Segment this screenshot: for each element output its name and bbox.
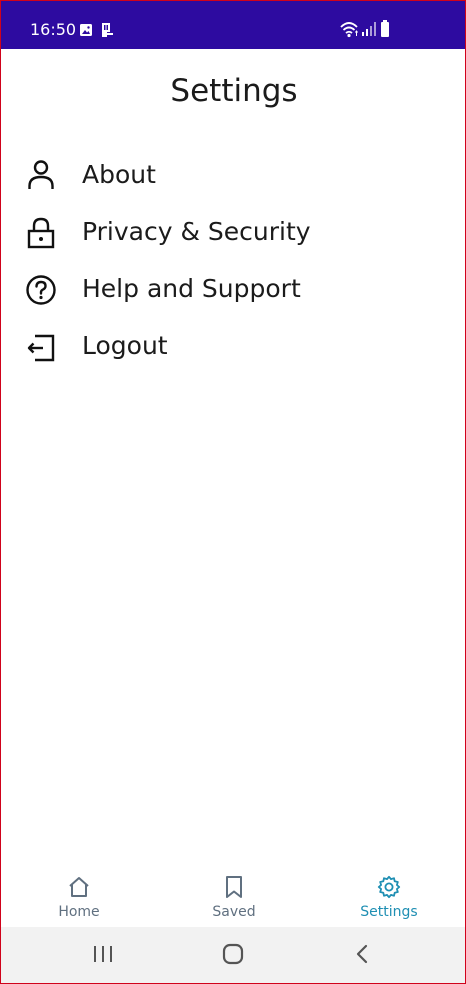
wifi-icon	[339, 20, 359, 43]
recent-apps-icon[interactable]	[92, 941, 114, 972]
nav-saved-label: Saved	[212, 904, 256, 920]
menu-item-help-support[interactable]: Help and Support	[1, 261, 465, 318]
nav-home-label: Home	[58, 904, 100, 920]
gear-icon	[377, 875, 401, 899]
home-icon	[69, 877, 89, 897]
status-time: 16:50	[30, 20, 77, 39]
bottom-navigation: Home Saved Settings	[1, 863, 465, 927]
menu-item-label: About	[82, 160, 156, 189]
menu-item-privacy-security[interactable]: Privacy & Security	[1, 204, 465, 261]
help-circle-icon	[23, 273, 59, 309]
signal-icon	[361, 21, 377, 42]
menu-item-logout[interactable]: Logout	[1, 318, 465, 375]
battery-icon	[380, 20, 390, 43]
page-title: Settings	[170, 73, 298, 109]
logout-icon	[23, 330, 59, 366]
status-bar: 16:50	[1, 1, 465, 49]
bookmark-icon	[226, 876, 242, 898]
nav-saved[interactable]: Saved	[174, 863, 294, 927]
menu-item-label: Help and Support	[82, 274, 301, 303]
lock-icon	[23, 216, 59, 252]
image-icon	[79, 23, 93, 42]
person-icon	[23, 159, 59, 195]
back-icon[interactable]	[353, 941, 373, 972]
app-screen: 16:50 Settings About Privacy & Security …	[0, 0, 466, 984]
nav-settings[interactable]: Settings	[329, 863, 449, 927]
nav-home[interactable]: Home	[19, 863, 139, 927]
menu-item-label: Privacy & Security	[82, 217, 311, 246]
sim-card-icon	[98, 22, 114, 43]
menu-item-about[interactable]: About	[1, 147, 465, 204]
nav-settings-label: Settings	[360, 904, 418, 920]
settings-menu: About Privacy & Security Help and Suppor…	[1, 147, 465, 375]
system-navigation-bar	[1, 927, 465, 983]
menu-item-label: Logout	[82, 331, 168, 360]
home-circle-icon[interactable]	[221, 941, 245, 972]
